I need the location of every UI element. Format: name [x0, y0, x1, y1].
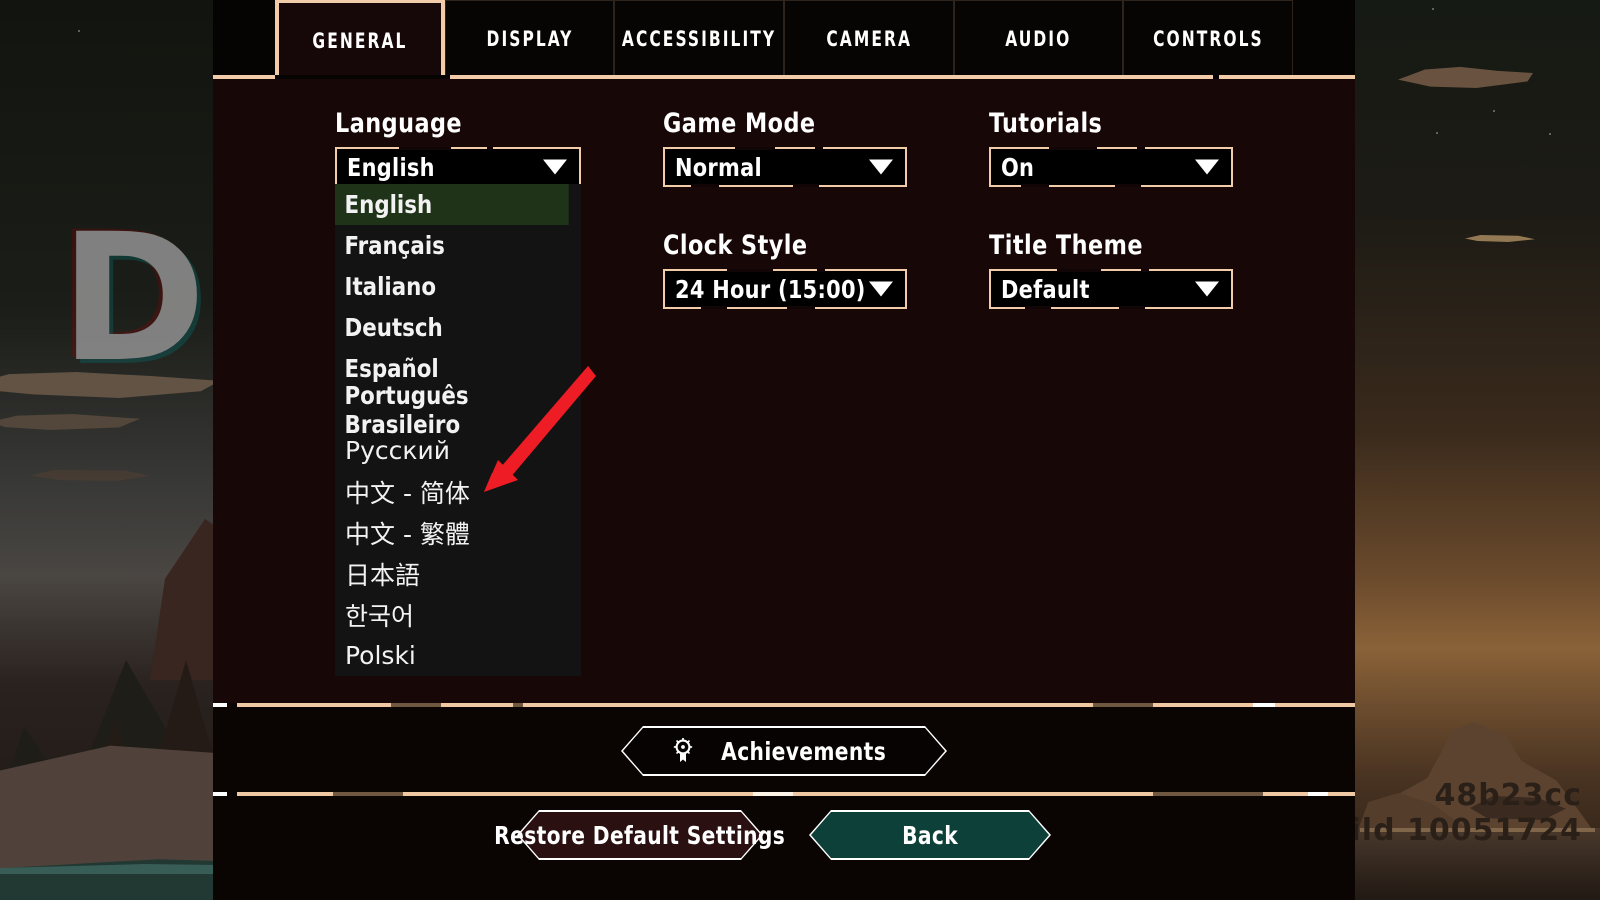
game-mode-setting-group: Game Mode Normal	[663, 108, 907, 187]
divider-bottom	[213, 792, 1355, 796]
tab-display-label: DISPLAY	[486, 27, 573, 51]
star-speck	[1432, 8, 1434, 10]
language-setting-group: Language English English Français Italia…	[335, 108, 581, 676]
restore-defaults-label: Restore Default Settings	[494, 820, 786, 850]
medal-icon	[672, 738, 694, 764]
language-select[interactable]: English	[335, 147, 581, 187]
chevron-down-icon	[869, 159, 893, 175]
language-option-chinese-traditional[interactable]: 中文 - 繁體	[335, 512, 581, 553]
tab-camera-label: CAMERA	[826, 27, 912, 51]
general-settings-content: Language English English Français Italia…	[213, 78, 1355, 700]
restore-defaults-button[interactable]: Restore Default Settings	[495, 810, 785, 860]
tab-general[interactable]: GENERAL	[275, 0, 445, 78]
tab-display[interactable]: DISPLAY	[444, 0, 615, 78]
title-theme-select-value: Default	[1001, 274, 1090, 304]
star-speck	[1549, 133, 1551, 135]
chevron-down-icon	[869, 281, 893, 297]
language-label: Language	[335, 108, 463, 139]
chevron-down-icon	[1195, 159, 1219, 175]
tab-accessibility-label: ACCESSIBILITY	[622, 27, 777, 51]
annotation-arrow	[470, 360, 600, 500]
achievements-row: Achievements	[213, 726, 1355, 776]
game-mode-select[interactable]: Normal	[663, 147, 907, 187]
bottom-button-row: Restore Default Settings Back	[213, 810, 1355, 860]
clock-style-setting-group: Clock Style 24 Hour (15:00)	[663, 230, 907, 309]
tab-accessibility[interactable]: ACCESSIBILITY	[614, 0, 785, 78]
language-option-polski[interactable]: Polski	[335, 635, 581, 676]
achievements-button[interactable]: Achievements	[621, 726, 947, 776]
tab-bar-left-spacer	[213, 0, 275, 78]
language-option-japanese[interactable]: 日本語	[335, 553, 581, 594]
tab-audio[interactable]: AUDIO	[953, 0, 1124, 78]
tab-audio-label: AUDIO	[1005, 27, 1072, 51]
language-select-value: English	[347, 152, 435, 182]
chevron-down-icon	[1195, 281, 1219, 297]
tutorials-select[interactable]: On	[989, 147, 1233, 187]
tab-general-label: GENERAL	[312, 28, 408, 53]
star-speck	[1493, 110, 1495, 112]
back-button[interactable]: Back	[809, 810, 1051, 860]
title-theme-label: Title Theme	[989, 230, 1144, 261]
game-mode-select-value: Normal	[675, 152, 762, 182]
language-option-deutsch[interactable]: Deutsch	[335, 307, 569, 348]
language-option-francais[interactable]: Français	[335, 225, 569, 266]
tab-camera[interactable]: CAMERA	[784, 0, 954, 78]
tutorials-select-value: On	[1001, 152, 1035, 182]
tutorials-label: Tutorials	[989, 108, 1103, 139]
game-mode-label: Game Mode	[663, 108, 816, 139]
title-theme-setting-group: Title Theme Default	[989, 230, 1233, 309]
clock-style-select-value: 24 Hour (15:00)	[675, 274, 866, 304]
tutorials-setting-group: Tutorials On	[989, 108, 1233, 187]
divider-top	[213, 703, 1355, 707]
clock-style-select[interactable]: 24 Hour (15:00)	[663, 269, 907, 309]
settings-panel: GENERAL DISPLAY ACCESSIBILITY CAMERA AUD…	[213, 0, 1356, 900]
tab-controls-label: CONTROLS	[1152, 27, 1264, 51]
clock-style-label: Clock Style	[663, 230, 808, 261]
achievements-button-label: Achievements	[721, 736, 887, 766]
language-option-english[interactable]: English	[335, 184, 569, 225]
tab-controls[interactable]: CONTROLS	[1123, 0, 1294, 78]
tab-bar-right-spacer	[1293, 0, 1356, 78]
chevron-down-icon	[543, 159, 567, 175]
back-button-label: Back	[902, 820, 958, 850]
language-option-korean[interactable]: 한국어	[335, 594, 581, 635]
star-speck	[1436, 132, 1438, 134]
star-speck	[78, 30, 80, 32]
settings-tab-bar: GENERAL DISPLAY ACCESSIBILITY CAMERA AUD…	[213, 0, 1356, 78]
title-theme-select[interactable]: Default	[989, 269, 1233, 309]
language-option-italiano[interactable]: Italiano	[335, 266, 569, 307]
